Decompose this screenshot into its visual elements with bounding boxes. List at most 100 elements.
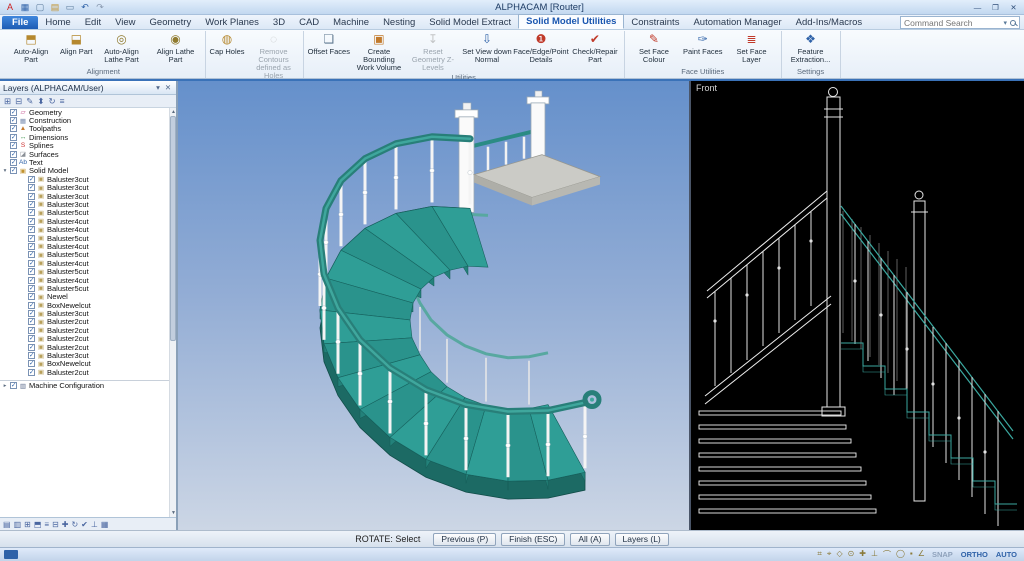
- layer-visibility-checkbox[interactable]: [28, 226, 35, 233]
- ribbon-button[interactable]: ▣ Create Bounding Work Volume: [352, 31, 406, 72]
- ribbon-button[interactable]: ✎ Set Face Colour: [627, 31, 681, 64]
- menu-tab[interactable]: Home: [38, 16, 77, 29]
- mode-toggle[interactable]: ORTHO: [958, 550, 991, 559]
- layer-visibility-checkbox[interactable]: [28, 193, 35, 200]
- menu-tab[interactable]: CAD: [292, 16, 326, 29]
- view-layers-icon[interactable]: ▤: [3, 520, 11, 529]
- layer-visibility-checkbox[interactable]: [28, 293, 35, 300]
- chevron-down-icon[interactable]: ▾: [1003, 19, 1007, 27]
- menu-tab[interactable]: Solid Model Utilities: [518, 14, 624, 29]
- layer-visibility-checkbox[interactable]: [10, 125, 17, 132]
- search-icon[interactable]: [1010, 20, 1016, 26]
- command-bar-button[interactable]: Layers (L): [615, 533, 669, 546]
- ribbon-button[interactable]: ❖ Feature Extraction...: [784, 31, 838, 64]
- layer-tree-item[interactable]: ↔ Dimensions: [0, 133, 176, 141]
- refresh-icon[interactable]: ↻: [71, 520, 78, 529]
- axis-icon[interactable]: ⊥: [91, 520, 98, 529]
- grid-icon[interactable]: ▦: [101, 520, 109, 529]
- ribbon-button[interactable]: ❏ Offset Faces: [306, 31, 352, 56]
- ribbon-button[interactable]: ≣ Set Face Layer: [725, 31, 779, 64]
- layer-visibility-checkbox[interactable]: [28, 310, 35, 317]
- layer-tree-item[interactable]: ▲ Toolpaths: [0, 125, 176, 133]
- minimize-button[interactable]: —: [969, 1, 986, 13]
- mode-toggle[interactable]: AUTO: [993, 550, 1020, 559]
- ribbon-button[interactable]: ⬒ Auto-Align Part: [4, 31, 58, 64]
- layer-visibility-checkbox[interactable]: [28, 235, 35, 242]
- print-icon[interactable]: ▭: [64, 1, 76, 13]
- layer-visibility-checkbox[interactable]: [28, 251, 35, 258]
- snap-endpoint-icon[interactable]: ⌖: [827, 549, 832, 560]
- view-levels-icon[interactable]: ▥: [14, 520, 22, 529]
- ribbon-button[interactable]: ⇩ Set View down Normal: [460, 31, 514, 64]
- layer-tree-item[interactable]: ◪ Surfaces: [0, 150, 176, 158]
- layer-move-icon[interactable]: ⬍: [37, 96, 44, 107]
- expand-arrow-icon[interactable]: ▾: [2, 168, 8, 174]
- ribbon-button[interactable]: ✑ Paint Faces: [681, 31, 725, 56]
- layer-tree-item[interactable]: ▣ Baluster5cut: [0, 284, 176, 292]
- command-bar-button[interactable]: All (A): [570, 533, 609, 546]
- layer-tree-item[interactable]: ▦ Construction: [0, 116, 176, 124]
- save-icon[interactable]: ▦: [19, 1, 31, 13]
- ribbon-button[interactable]: ⬓ Align Part: [58, 31, 95, 56]
- menu-tab[interactable]: Automation Manager: [686, 16, 788, 29]
- close-button[interactable]: ✕: [1005, 1, 1022, 13]
- layer-visibility-checkbox[interactable]: [10, 167, 17, 174]
- maximize-button[interactable]: ❐: [987, 1, 1004, 13]
- snap-circle-icon[interactable]: ◯: [896, 549, 905, 560]
- menu-tab[interactable]: Edit: [78, 16, 108, 29]
- menu-tab[interactable]: Geometry: [143, 16, 199, 29]
- layer-visibility-checkbox[interactable]: [28, 218, 35, 225]
- layer-visibility-checkbox[interactable]: [28, 360, 35, 367]
- layer-visibility-checkbox[interactable]: [10, 109, 17, 116]
- menu-tab[interactable]: 3D: [266, 16, 292, 29]
- snap-center-icon[interactable]: ⊙: [848, 549, 855, 560]
- mode-toggle[interactable]: SNAP: [929, 550, 956, 559]
- redo-icon[interactable]: ↷: [94, 1, 106, 13]
- layer-visibility-checkbox[interactable]: [28, 243, 35, 250]
- layer-visibility-checkbox[interactable]: [28, 209, 35, 216]
- command-bar-button[interactable]: Previous (P): [433, 533, 496, 546]
- layer-visibility-checkbox[interactable]: [10, 117, 17, 124]
- expand-arrow-icon[interactable]: ▸: [2, 383, 8, 389]
- scrollbar-thumb[interactable]: [170, 116, 176, 341]
- snap-arc-icon[interactable]: ⌒: [883, 549, 891, 560]
- snap-node-icon[interactable]: ▪: [910, 549, 913, 560]
- layer-visibility-checkbox[interactable]: [28, 277, 35, 284]
- menu-tab[interactable]: Solid Model Extract: [422, 16, 518, 29]
- menu-tab[interactable]: View: [108, 16, 142, 29]
- ribbon-button[interactable]: ◌ Remove Contours defined as Holes: [247, 31, 301, 80]
- undo-icon[interactable]: ↶: [79, 1, 91, 13]
- layer-visibility-checkbox[interactable]: [28, 335, 35, 342]
- layer-visibility-checkbox[interactable]: [10, 382, 17, 389]
- ribbon-button[interactable]: ◎ Auto-Align Lathe Part: [95, 31, 149, 64]
- ribbon-button[interactable]: ✔ Check/Repair Part: [568, 31, 622, 64]
- layer-tree-item[interactable]: ▣ Baluster2cut: [0, 368, 176, 376]
- viewport-3d[interactable]: [178, 81, 689, 530]
- insert-icon[interactable]: ⊞: [24, 520, 31, 529]
- layer-visibility-checkbox[interactable]: [28, 176, 35, 183]
- work-planes-icon[interactable]: ⬒: [34, 520, 42, 529]
- layer-tree-item[interactable]: Ab Text: [0, 158, 176, 166]
- tree-scrollbar[interactable]: ▲ ▼: [169, 108, 176, 517]
- ribbon-button[interactable]: ❶ Face/Edge/Point Details: [514, 31, 568, 64]
- layer-visibility-checkbox[interactable]: [28, 268, 35, 275]
- scroll-down-icon[interactable]: ▼: [170, 509, 176, 517]
- layer-visibility-checkbox[interactable]: [28, 285, 35, 292]
- snap-angle-icon[interactable]: ∠: [918, 549, 925, 560]
- app-logo-icon[interactable]: A: [4, 1, 16, 13]
- search-input[interactable]: [904, 18, 1000, 28]
- menu-tab[interactable]: File: [2, 16, 38, 29]
- collapse-icon[interactable]: ⊟: [52, 520, 59, 529]
- layer-visibility-checkbox[interactable]: [28, 260, 35, 267]
- command-bar-button[interactable]: Finish (ESC): [501, 533, 565, 546]
- ribbon-button[interactable]: ◍ Cap Holes: [208, 31, 247, 56]
- new-file-icon[interactable]: ▢: [34, 1, 46, 13]
- layer-delete-icon[interactable]: ⊟: [15, 96, 22, 107]
- layer-visibility-checkbox[interactable]: [10, 134, 17, 141]
- layer-visibility-checkbox[interactable]: [28, 369, 35, 376]
- ribbon-button[interactable]: ◉ Align Lathe Part: [149, 31, 203, 64]
- layer-visibility-checkbox[interactable]: [10, 151, 17, 158]
- snap-perpendicular-icon[interactable]: ⊥: [871, 549, 878, 560]
- layer-tree-item[interactable]: S Splines: [0, 142, 176, 150]
- snap-grid-icon[interactable]: ⌗: [817, 549, 822, 560]
